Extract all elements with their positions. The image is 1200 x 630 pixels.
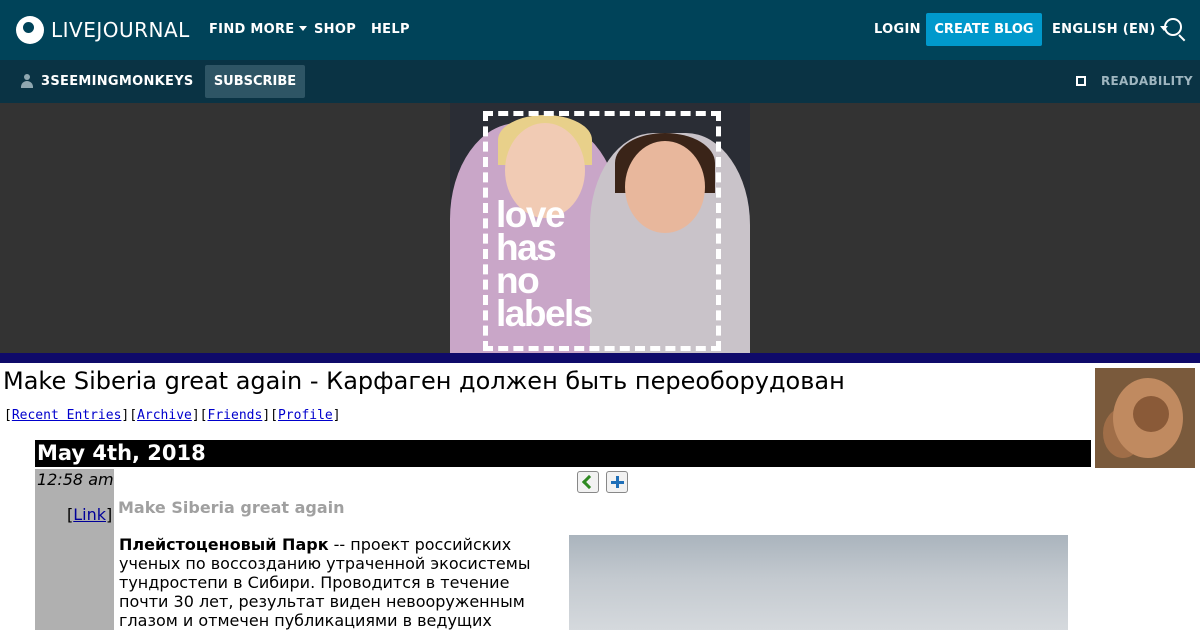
user-icon (20, 74, 34, 88)
readability-toggle[interactable] (1076, 76, 1086, 86)
chevron-down-icon (298, 26, 307, 31)
add-to-memories-icon[interactable] (606, 471, 628, 493)
language-label: ENGLISH (EN) (1052, 22, 1156, 37)
readability-label[interactable]: READABILITY (1101, 74, 1193, 88)
banner-ad-line: labels (496, 293, 593, 334)
entry-photo (569, 535, 1068, 630)
entry-subject: Make Siberia great again (118, 498, 345, 517)
logo-text: LIVEJOURNAL (51, 18, 190, 42)
entry-time: 12:58 am (37, 470, 114, 489)
search-icon[interactable] (1164, 18, 1182, 36)
recent-entries-link[interactable]: Recent Entries (12, 408, 122, 423)
entry-link-wrapper: [Link] (67, 505, 113, 524)
friends-link[interactable]: Friends (208, 408, 263, 423)
entry-link[interactable]: Link (73, 505, 106, 524)
archive-link[interactable]: Archive (137, 408, 192, 423)
header-divider (0, 353, 1200, 363)
userpic[interactable] (1095, 368, 1195, 468)
shop-link[interactable]: SHOP (314, 22, 356, 37)
find-more-label: FIND MORE (209, 22, 295, 37)
entry-body-bold: Плейстоценовый Парк (119, 535, 329, 554)
banner-ad-text: love has no labels (496, 196, 593, 334)
journal-navigation: [Recent Entries][Archive][Friends][Profi… (4, 408, 341, 423)
help-link[interactable]: HELP (371, 22, 410, 37)
livejournal-logo[interactable]: LIVEJOURNAL (16, 14, 190, 46)
livejournal-logo-icon (16, 16, 44, 44)
login-link[interactable]: LOGIN (874, 22, 921, 37)
journal-username[interactable]: 3SEEMINGMONKEYS (41, 74, 194, 89)
banner-advertisement[interactable]: love has no labels (450, 103, 750, 353)
entry-meta-column (35, 469, 114, 630)
entry-body: Плейстоценовый Парк -- проект российских… (119, 535, 559, 630)
profile-link[interactable]: Profile (278, 408, 333, 423)
subscribe-button[interactable]: SUBSCRIBE (205, 65, 305, 98)
language-selector[interactable]: ENGLISH (EN) (1052, 22, 1168, 37)
entry-date-header: May 4th, 2018 (35, 440, 1091, 467)
previous-entry-icon[interactable] (577, 471, 599, 493)
find-more-menu[interactable]: FIND MORE (209, 22, 307, 37)
create-blog-button[interactable]: CREATE BLOG (926, 13, 1042, 46)
journal-title: Make Siberia great again - Карфаген долж… (3, 367, 845, 395)
